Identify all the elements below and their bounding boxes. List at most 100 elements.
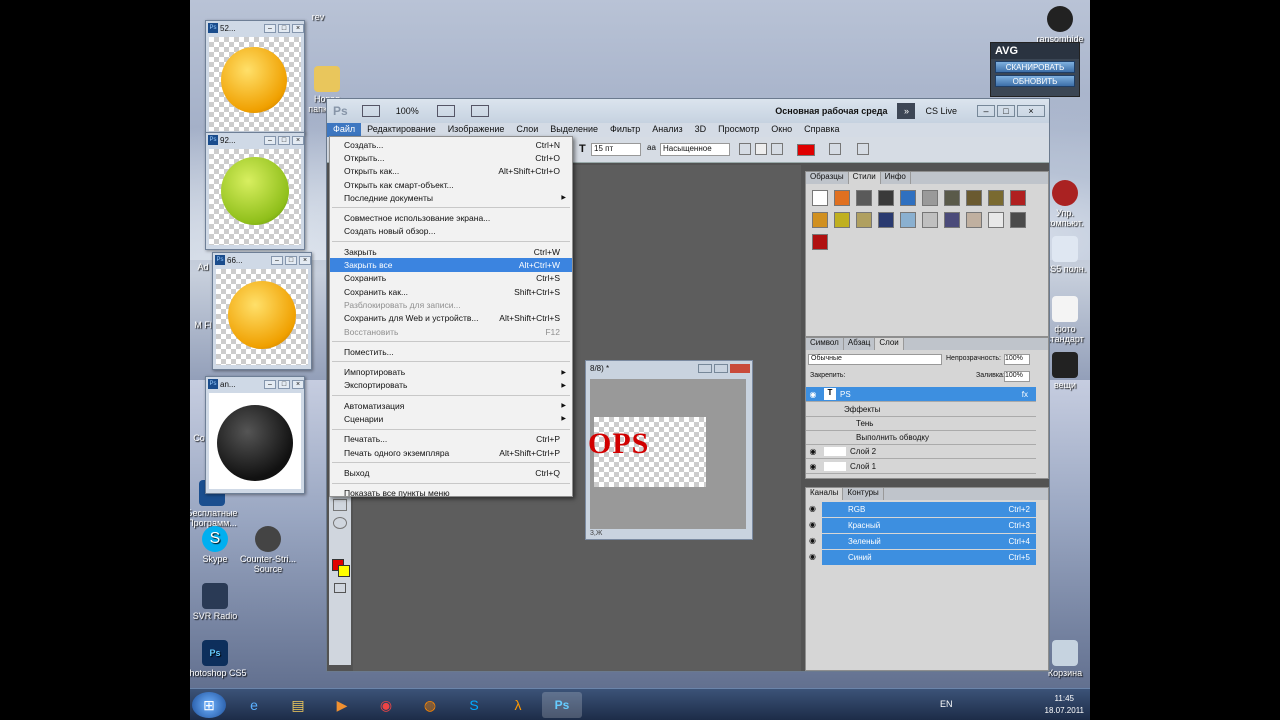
menu-item-print-one-copy[interactable]: Печать одного экземпляра Alt+Shift+Ctrl+P bbox=[330, 446, 572, 459]
minimize-button[interactable]: – bbox=[264, 135, 276, 145]
style-swatch[interactable] bbox=[834, 190, 850, 206]
expand-icon[interactable]: » bbox=[897, 103, 916, 119]
channel-rgb[interactable]: RGB Ctrl+2 bbox=[822, 502, 1036, 517]
maximize-button[interactable]: □ bbox=[278, 135, 290, 145]
style-swatch[interactable] bbox=[944, 212, 960, 228]
ie-icon[interactable]: e bbox=[234, 692, 274, 718]
menu-item-close-all[interactable]: Закрыть все Alt+Ctrl+W bbox=[330, 258, 572, 272]
menu-item-import[interactable]: Импортировать ▶ bbox=[330, 365, 572, 378]
menu-item-open-as[interactable]: Открыть как... Alt+Shift+Ctrl+O bbox=[330, 165, 572, 178]
desktop-icon-ransomhide[interactable]: ransomhide bbox=[1030, 6, 1090, 44]
layer-1[interactable]: ◉ Слой 1 bbox=[806, 459, 1036, 474]
style-swatch[interactable] bbox=[812, 234, 828, 250]
menu-edit[interactable]: Редактирование bbox=[361, 123, 442, 137]
maximize-button[interactable]: □ bbox=[285, 255, 297, 265]
eye-icon[interactable]: ◉ bbox=[809, 504, 816, 513]
menu-item-close[interactable]: Закрыть Ctrl+W bbox=[330, 245, 572, 258]
zoom-level[interactable]: 100% bbox=[396, 106, 419, 116]
menu-analysis[interactable]: Анализ bbox=[646, 123, 688, 137]
menu-item-place[interactable]: Поместить... bbox=[330, 345, 572, 358]
menu-help[interactable]: Справка bbox=[798, 123, 845, 137]
maximize-button[interactable] bbox=[714, 363, 728, 373]
explorer-icon[interactable]: ▤ bbox=[278, 692, 318, 718]
minimize-button[interactable]: – bbox=[977, 105, 995, 117]
style-swatch[interactable] bbox=[900, 190, 916, 206]
menu-item-save-as[interactable]: Сохранить как... Shift+Ctrl+S bbox=[330, 285, 572, 298]
style-swatch[interactable] bbox=[878, 190, 894, 206]
style-swatch[interactable] bbox=[834, 212, 850, 228]
menu-item-open-smart-object[interactable]: Открыть как смарт-объект... bbox=[330, 178, 572, 191]
avg-update-button[interactable]: ОБНОВИТЬ bbox=[995, 75, 1075, 87]
channel-red[interactable]: Красный Ctrl+3 bbox=[822, 518, 1036, 533]
tab-styles[interactable]: Стили bbox=[848, 172, 881, 184]
tab-layers[interactable]: Слои bbox=[875, 338, 904, 350]
floating-window-4[interactable]: Ps an... – □ × bbox=[205, 376, 305, 494]
minimize-button[interactable] bbox=[698, 363, 712, 373]
style-swatch[interactable] bbox=[856, 190, 872, 206]
close-button[interactable]: × bbox=[292, 23, 304, 33]
font-size-select[interactable]: 15 пт bbox=[591, 143, 641, 156]
menu-window[interactable]: Окно bbox=[765, 123, 798, 137]
menu-item-recent[interactable]: Последние документы ▶ bbox=[330, 191, 572, 204]
align-left-icon[interactable] bbox=[739, 143, 751, 155]
floating-window-3[interactable]: Ps 66... – □ × bbox=[212, 252, 312, 370]
quick-mask-icon[interactable] bbox=[334, 583, 346, 593]
skype-taskbar-icon[interactable]: S bbox=[454, 692, 494, 718]
character-panel-icon[interactable] bbox=[857, 143, 869, 155]
tab-character[interactable]: Символ bbox=[806, 338, 844, 350]
opacity-input[interactable]: 100% bbox=[1004, 354, 1030, 365]
maximize-button[interactable]: □ bbox=[997, 105, 1015, 117]
menu-item-save-for-web[interactable]: Сохранить для Web и устройств... Alt+Shif… bbox=[330, 312, 572, 325]
desktop-icon-photoshop[interactable]: PsPhotoshop CS5 bbox=[190, 640, 250, 678]
close-button[interactable]: × bbox=[1017, 105, 1045, 117]
style-swatch[interactable] bbox=[944, 190, 960, 206]
eye-icon[interactable]: ◉ bbox=[809, 520, 816, 529]
align-right-icon[interactable] bbox=[771, 143, 783, 155]
menu-3d[interactable]: 3D bbox=[689, 123, 713, 137]
menu-layers[interactable]: Слои bbox=[510, 123, 544, 137]
minimize-button[interactable]: – bbox=[264, 23, 276, 33]
menu-image[interactable]: Изображение bbox=[442, 123, 511, 137]
close-button[interactable]: × bbox=[299, 255, 311, 265]
screen-mode-icon[interactable] bbox=[470, 105, 489, 117]
text-color-swatch[interactable] bbox=[797, 144, 815, 156]
layer-effects[interactable]: Эффекты bbox=[806, 402, 1036, 417]
style-swatch[interactable] bbox=[900, 212, 916, 228]
menu-filter[interactable]: Фильтр bbox=[604, 123, 646, 137]
style-swatch[interactable] bbox=[1010, 190, 1026, 206]
minimize-button[interactable]: – bbox=[264, 379, 276, 389]
menu-file[interactable]: Файл bbox=[327, 123, 362, 137]
menu-item-automate[interactable]: Автоматизация ▶ bbox=[330, 399, 572, 412]
menu-select[interactable]: Выделение bbox=[544, 123, 604, 137]
workspace-selector[interactable]: Основная рабочая среда bbox=[775, 106, 887, 116]
eye-icon[interactable]: ◉ bbox=[809, 552, 816, 561]
style-swatch[interactable] bbox=[812, 212, 828, 228]
layer-2[interactable]: ◉ Слой 2 bbox=[806, 444, 1036, 459]
fill-input[interactable]: 100% bbox=[1004, 371, 1030, 382]
style-swatch[interactable] bbox=[922, 190, 938, 206]
maximize-button[interactable]: □ bbox=[278, 379, 290, 389]
style-swatch[interactable] bbox=[812, 190, 828, 206]
layer-ps[interactable]: ◉ T PS fx bbox=[806, 387, 1036, 402]
desktop-icon-svr[interactable]: SVR Radio bbox=[190, 583, 250, 621]
arrange-icon[interactable] bbox=[436, 105, 455, 117]
close-button[interactable]: × bbox=[292, 135, 304, 145]
photoshop-taskbar-icon[interactable]: Ps bbox=[542, 692, 582, 718]
channel-blue[interactable]: Синий Ctrl+5 bbox=[822, 550, 1036, 565]
tab-info[interactable]: Инфо bbox=[881, 172, 911, 184]
chrome-icon[interactable]: ◉ bbox=[366, 692, 406, 718]
style-swatch[interactable] bbox=[966, 190, 982, 206]
layer-effect-shadow[interactable]: Тень bbox=[806, 416, 1036, 431]
style-swatch[interactable] bbox=[966, 212, 982, 228]
style-swatch[interactable] bbox=[856, 212, 872, 228]
language-indicator[interactable]: EN bbox=[940, 699, 953, 709]
document-window[interactable]: 8/8) * OPS 3,Ж bbox=[585, 360, 753, 540]
blend-mode-select[interactable]: Обычные bbox=[808, 354, 942, 365]
menu-view[interactable]: Просмотр bbox=[712, 123, 765, 137]
menu-item-new[interactable]: Создать... Ctrl+N bbox=[330, 138, 572, 151]
menu-item-scripts[interactable]: Сценарии ▶ bbox=[330, 412, 572, 425]
tab-paragraph[interactable]: Абзац bbox=[844, 338, 876, 350]
tab-channels[interactable]: Каналы bbox=[806, 488, 844, 500]
menu-item-new-review[interactable]: Создать новый обзор... bbox=[330, 225, 572, 238]
eye-icon[interactable]: ◉ bbox=[806, 390, 820, 399]
